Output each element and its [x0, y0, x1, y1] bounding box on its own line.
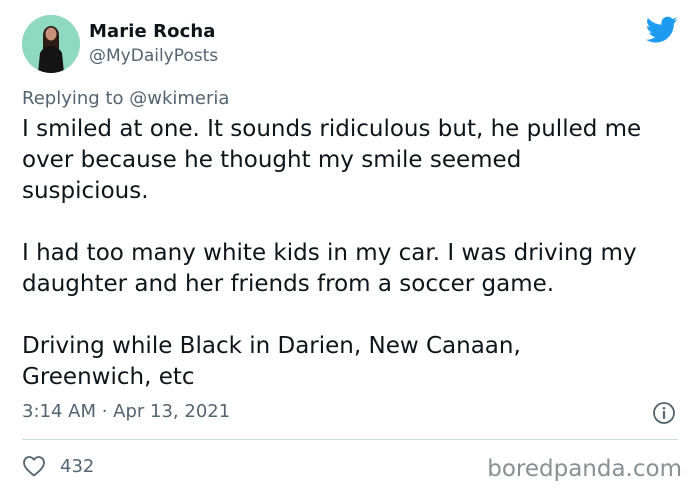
info-icon[interactable] — [652, 401, 676, 425]
tweet-body: I smiled at one. It sounds ridiculous bu… — [22, 114, 682, 393]
tweet-paragraph: I smiled at one. It sounds ridiculous bu… — [22, 116, 642, 204]
author-name[interactable]: Marie Rocha — [89, 21, 216, 42]
like-button[interactable]: 432 — [22, 455, 94, 477]
tweet-paragraph: Driving while Black in Darien, New Canaa… — [22, 333, 521, 390]
tweet-timestamp[interactable]: 3:14 AM · Apr 13, 2021 — [22, 401, 230, 422]
twitter-bird-icon[interactable] — [645, 16, 678, 44]
heart-icon — [22, 455, 46, 477]
like-count: 432 — [60, 455, 95, 477]
tweet-paragraph: I had too many white kids in my car. I w… — [22, 240, 637, 297]
replying-to: Replying to @wkimeria — [22, 88, 229, 109]
reply-mention-link[interactable]: @wkimeria — [129, 88, 229, 109]
watermark-logo: boredpanda.com — [487, 456, 682, 482]
avatar[interactable] — [22, 15, 80, 73]
divider — [22, 439, 678, 440]
author-handle[interactable]: @MyDailyPosts — [89, 46, 218, 66]
replying-prefix: Replying to — [22, 88, 124, 109]
